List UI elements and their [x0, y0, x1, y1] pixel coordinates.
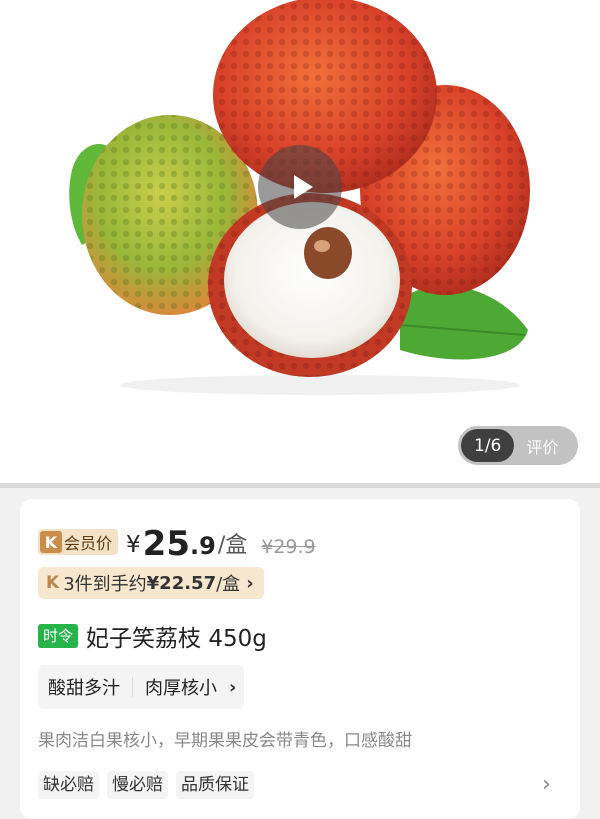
- price-decimal: .9: [189, 532, 216, 560]
- service-guarantees[interactable]: 缺必赔 慢必赔 品质保证: [38, 771, 262, 799]
- section-divider: [0, 483, 600, 488]
- product-title-row: 时令 妃子笑荔枝 450g: [38, 619, 267, 653]
- lychee-product-image: [69, 0, 530, 395]
- member-price-label: 会员价: [64, 534, 113, 553]
- member-price-badge: K 会员价: [38, 529, 119, 555]
- season-tag: 时令: [38, 624, 79, 648]
- product-title: 妃子笑荔枝 450g: [86, 626, 267, 652]
- bundle-unit: /盒: [216, 574, 241, 595]
- feature-tag: 肉厚核小: [145, 678, 217, 699]
- chevron-right-icon: ›: [246, 572, 254, 594]
- currency-symbol: ¥: [126, 532, 141, 558]
- member-k-logo-icon: K: [40, 531, 62, 553]
- service-tag: 品质保证: [176, 771, 254, 799]
- original-price: ¥29.9: [261, 536, 316, 558]
- service-tag: 缺必赔: [38, 771, 99, 799]
- price-unit: /盒: [217, 533, 248, 558]
- price-integer: 25: [142, 524, 190, 564]
- feature-divider: [132, 677, 133, 697]
- play-icon: [293, 175, 313, 199]
- bundle-k-logo-icon: K: [46, 573, 60, 593]
- gallery-counter: 1/6: [461, 429, 515, 462]
- price-row: K 会员价 ¥ 25 .9 /盒 ¥29.9: [38, 519, 316, 563]
- bundle-offer-link[interactable]: K 3件到手约 ¥22.57 /盒 ›: [38, 567, 264, 599]
- bundle-price: ¥22.57: [146, 572, 217, 594]
- chevron-right-icon[interactable]: ›: [542, 772, 551, 797]
- service-tag: 慢必赔: [107, 771, 168, 799]
- product-description: 果肉洁白果核小，早期果果皮会带青色，口感酸甜: [38, 731, 412, 751]
- feature-tags[interactable]: 酸甜多汁 肉厚核小 ›: [38, 665, 245, 709]
- feature-tag: 酸甜多汁: [48, 678, 120, 699]
- product-info-card: K 会员价 ¥ 25 .9 /盒 ¥29.9 K 3件到手约 ¥22.57 /盒…: [20, 499, 580, 819]
- chevron-right-icon: ›: [229, 676, 237, 698]
- gallery-indicator[interactable]: 1/6 评价: [458, 426, 578, 465]
- bundle-offer-text: 3件到手约: [63, 574, 147, 595]
- review-tab[interactable]: 评价: [526, 434, 558, 458]
- product-image-gallery[interactable]: 1/6 评价: [0, 0, 600, 483]
- play-video-button[interactable]: [258, 145, 342, 229]
